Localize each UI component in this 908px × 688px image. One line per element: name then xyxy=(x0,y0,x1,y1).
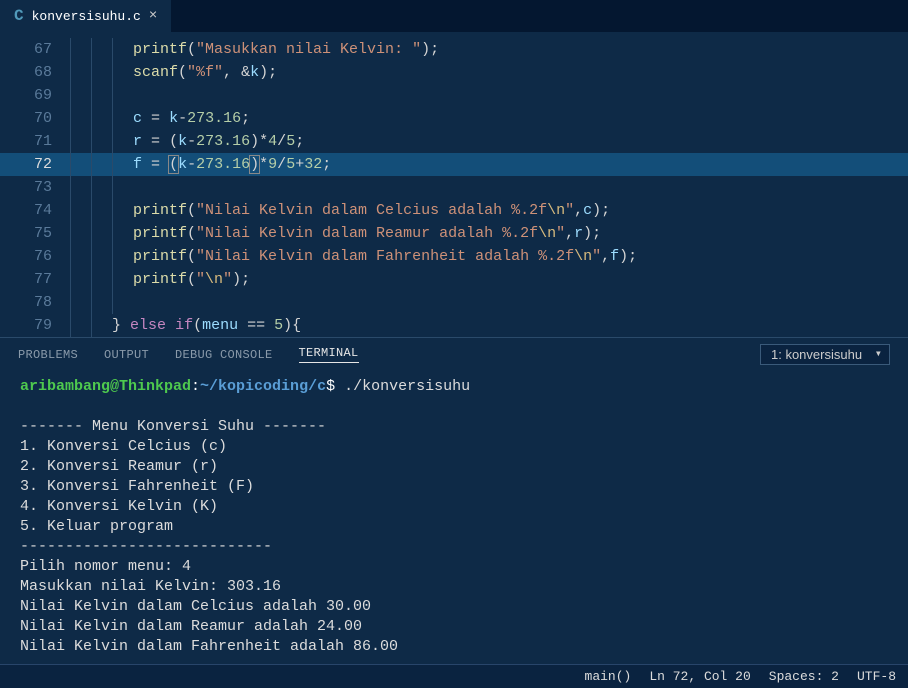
status-encoding[interactable]: UTF-8 xyxy=(857,669,896,684)
terminal-line: ---------------------------- xyxy=(20,537,888,557)
line-number: 71 xyxy=(0,133,70,150)
status-scope[interactable]: main() xyxy=(585,669,632,684)
code-line[interactable]: 75 printf("Nilai Kelvin dalam Reamur adal… xyxy=(0,222,908,245)
indent-guides xyxy=(70,314,112,337)
tab-output[interactable]: OUTPUT xyxy=(104,348,149,362)
status-bar: main() Ln 72, Col 20 Spaces: 2 UTF-8 xyxy=(0,664,908,688)
indent-guides xyxy=(70,222,133,245)
terminal-line: ------- Menu Konversi Suhu ------- xyxy=(20,417,888,437)
code-line[interactable]: 74 printf("Nilai Kelvin dalam Celcius ada… xyxy=(0,199,908,222)
tab-label: konversisuhu.c xyxy=(32,9,141,24)
terminal-output: ------- Menu Konversi Suhu -------1. Kon… xyxy=(20,397,888,657)
panel-tabs: PROBLEMS OUTPUT DEBUG CONSOLE TERMINAL 1… xyxy=(0,337,908,371)
terminal-line: 2. Konversi Reamur (r) xyxy=(20,457,888,477)
terminal-line: 3. Konversi Fahrenheit (F) xyxy=(20,477,888,497)
code-editor[interactable]: 67 printf("Masukkan nilai Kelvin: "); 68 sc… xyxy=(0,38,908,337)
code-line[interactable]: 68 scanf("%f", &k); xyxy=(0,61,908,84)
terminal-prompt-line: aribambang@Thinkpad:~/kopicoding/c$ ./ko… xyxy=(20,377,888,397)
indent-guides xyxy=(70,61,133,84)
indent-guides xyxy=(70,84,133,107)
code-line[interactable]: 71 r = (k-273.16)*4/5; xyxy=(0,130,908,153)
code-line[interactable]: 69 xyxy=(0,84,908,107)
line-number: 72 xyxy=(0,156,70,173)
line-number: 74 xyxy=(0,202,70,219)
file-tab[interactable]: C konversisuhu.c × xyxy=(0,0,171,32)
terminal-line: Masukkan nilai Kelvin: 303.16 xyxy=(20,577,888,597)
indent-guides xyxy=(70,199,133,222)
indent-guides xyxy=(70,38,133,61)
indent-guides xyxy=(70,153,133,176)
code-content: printf("Masukkan nilai Kelvin: "); xyxy=(133,38,439,61)
indent-guides xyxy=(70,291,133,314)
code-line[interactable]: 76 printf("Nilai Kelvin dalam Fahrenheit … xyxy=(0,245,908,268)
indent-guides xyxy=(70,268,133,291)
terminal-line: Nilai Kelvin dalam Reamur adalah 24.00 xyxy=(20,617,888,637)
line-number: 78 xyxy=(0,294,70,311)
line-number: 77 xyxy=(0,271,70,288)
indent-guides xyxy=(70,130,133,153)
line-number: 68 xyxy=(0,64,70,81)
code-line[interactable]: 73 xyxy=(0,176,908,199)
terminal-selector[interactable]: 1: konversisuhu xyxy=(760,344,890,365)
c-file-icon: C xyxy=(14,7,24,25)
line-number: 76 xyxy=(0,248,70,265)
indent-guides xyxy=(70,107,133,130)
indent-guides xyxy=(70,245,133,268)
code-content: printf("Nilai Kelvin dalam Fahrenheit ad… xyxy=(133,245,637,268)
tab-problems[interactable]: PROBLEMS xyxy=(18,348,78,362)
code-content: printf("Nilai Kelvin dalam Celcius adala… xyxy=(133,199,610,222)
code-line[interactable]: 70 c = k-273.16; xyxy=(0,107,908,130)
code-content: printf("\n"); xyxy=(133,268,250,291)
indent-guides xyxy=(70,176,133,199)
code-content: f = (k-273.16)*9/5+32; xyxy=(133,153,331,176)
code-content: scanf("%f", &k); xyxy=(133,61,277,84)
code-line[interactable]: 72 f = (k-273.16)*9/5+32; xyxy=(0,153,908,176)
code-content: } else if(menu == 5){ xyxy=(112,314,301,337)
close-icon[interactable]: × xyxy=(149,8,157,24)
line-number: 70 xyxy=(0,110,70,127)
terminal-line: Nilai Kelvin dalam Fahrenheit adalah 86.… xyxy=(20,637,888,657)
terminal-line: 1. Konversi Celcius (c) xyxy=(20,437,888,457)
terminal-selector-wrap: 1: konversisuhu xyxy=(760,344,890,365)
code-line[interactable]: 77 printf("\n"); xyxy=(0,268,908,291)
code-content: r = (k-273.16)*4/5; xyxy=(133,130,304,153)
terminal-user: aribambang@Thinkpad xyxy=(20,378,191,395)
terminal-line: Pilih nomor menu: 4 xyxy=(20,557,888,577)
code-line[interactable]: 67 printf("Masukkan nilai Kelvin: "); xyxy=(0,38,908,61)
line-number: 75 xyxy=(0,225,70,242)
status-spaces[interactable]: Spaces: 2 xyxy=(769,669,839,684)
line-number: 69 xyxy=(0,87,70,104)
terminal-panel[interactable]: aribambang@Thinkpad:~/kopicoding/c$ ./ko… xyxy=(0,371,908,664)
terminal-path: ~/kopicoding/c xyxy=(200,378,326,395)
tab-debug-console[interactable]: DEBUG CONSOLE xyxy=(175,348,273,362)
line-number: 79 xyxy=(0,317,70,334)
status-position[interactable]: Ln 72, Col 20 xyxy=(649,669,750,684)
line-number: 67 xyxy=(0,41,70,58)
terminal-line: 5. Keluar program xyxy=(20,517,888,537)
code-line[interactable]: 79 } else if(menu == 5){ xyxy=(0,314,908,337)
tab-terminal[interactable]: TERMINAL xyxy=(299,346,359,363)
terminal-line: Nilai Kelvin dalam Celcius adalah 30.00 xyxy=(20,597,888,617)
code-content: printf("Nilai Kelvin dalam Reamur adalah… xyxy=(133,222,601,245)
line-number: 73 xyxy=(0,179,70,196)
terminal-command: ./konversisuhu xyxy=(344,378,470,395)
code-line[interactable]: 78 xyxy=(0,291,908,314)
terminal-line: 4. Konversi Kelvin (K) xyxy=(20,497,888,517)
tab-bar: C konversisuhu.c × xyxy=(0,0,908,38)
terminal-line xyxy=(20,397,888,417)
code-content: c = k-273.16; xyxy=(133,107,250,130)
terminal-prompt-symbol: $ xyxy=(326,378,335,395)
